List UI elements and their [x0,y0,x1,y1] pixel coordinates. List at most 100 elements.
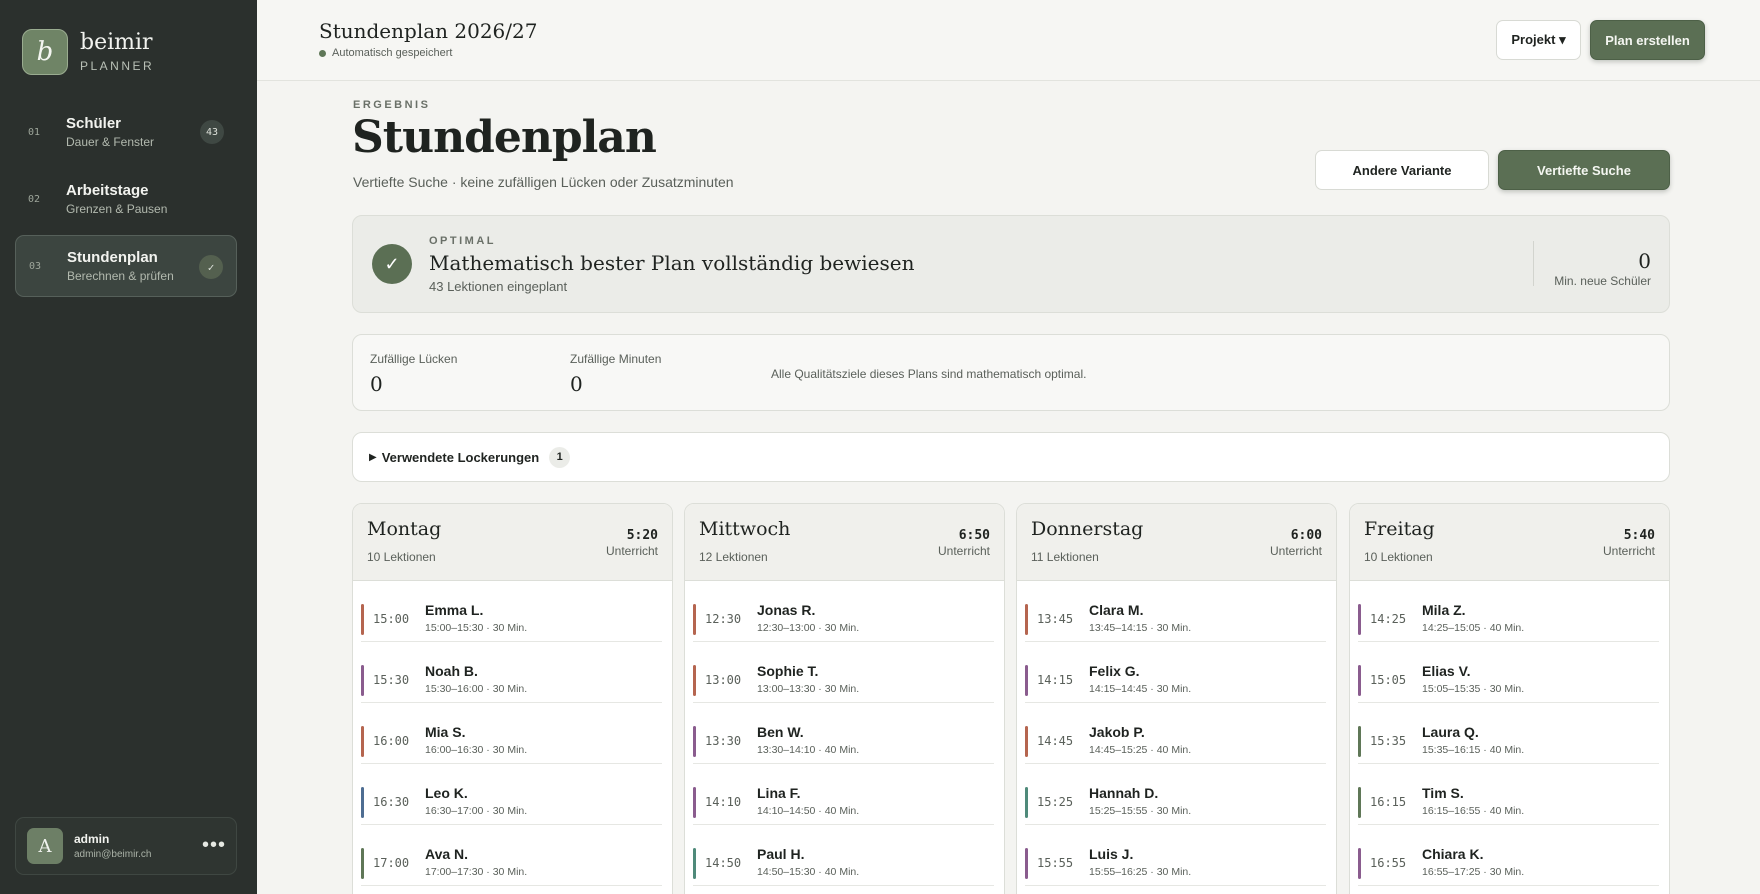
user-card[interactable]: A admin admin@beimir.ch ••• [15,817,237,875]
document-title: Stundenplan 2026/27 [319,19,538,43]
project-dropdown-button[interactable]: Projekt ▾ [1496,20,1581,60]
brand-sub: PLANNER [80,59,155,73]
lesson-row[interactable]: 13:45 Clara M. 13:45–14:15 · 30 Min. [1025,581,1326,642]
lesson-start-time: 14:25 [1370,612,1407,626]
lesson-color-bar [693,848,696,879]
lesson-row[interactable]: 15:25 Hannah D. 15:25–15:55 · 30 Min. [1025,764,1326,825]
relaxations-disclosure[interactable]: ▶ Verwendete Lockerungen 1 [352,432,1670,482]
app-logo: b [22,29,68,75]
lesson-row[interactable]: 16:00 Mia S. 16:00–16:30 · 30 Min. [361,703,662,764]
relaxations-label: Verwendete Lockerungen [381,449,540,465]
brand-name: beimir [80,30,153,55]
sidebar-item-schueler[interactable]: 01 Schüler Dauer & Fenster 43 [15,101,237,163]
disclosure-triangle-icon: ▶ [369,451,377,463]
deep-search-button[interactable]: Vertiefte Suche [1498,150,1670,190]
optimal-result-card: ✓ OPTIMAL Mathematisch bester Plan volls… [352,215,1670,313]
lesson-color-bar [693,726,696,757]
lesson-student-name: Clara M. [1089,602,1144,618]
count-badge: 43 [200,120,224,144]
lesson-detail: 15:35–16:15 · 40 Min. [1422,744,1525,756]
day-total-label: Unterricht [1269,544,1322,558]
lesson-row[interactable]: 14:25 Mila Z. 14:25–15:05 · 40 Min. [1358,581,1659,642]
lesson-row[interactable]: 17:00 Ava N. 17:00–17:30 · 30 Min. [361,825,662,886]
brand[interactable]: b beimir PLANNER [22,29,154,75]
quality-note: Alle Qualitätsziele dieses Plans sind ma… [771,367,1087,381]
day-name: Donnerstag [1031,518,1144,540]
day-header: Montag 10 Lektionen 5:20 Unterricht [353,504,672,581]
day-column-montag: Montag 10 Lektionen 5:20 Unterricht 15:0… [352,503,673,894]
other-variant-button[interactable]: Andere Variante [1315,150,1489,190]
sidebar-item-label: Arbeitstage [66,182,149,199]
lesson-color-bar [361,604,364,635]
day-name: Montag [367,518,442,540]
lesson-color-bar [1358,787,1361,818]
lesson-row[interactable]: 16:15 Tim S. 16:15–16:55 · 40 Min. [1358,764,1659,825]
check-icon: ✓ [372,244,412,284]
autosave-status: Automatisch gespeichert [319,47,452,59]
sidebar-item-stundenplan[interactable]: 03 Stundenplan Berechnen & prüfen ✓ [15,235,237,297]
lesson-student-name: Elias V. [1422,663,1471,679]
day-total-time: 5:40 [1623,528,1655,543]
lesson-student-name: Mia S. [425,724,466,740]
sidebar-item-sublabel: Grenzen & Pausen [66,202,168,216]
minutes-value: 0 [570,372,583,396]
lesson-start-time: 14:50 [705,856,742,870]
result-subtitle: 43 Lektionen eingeplant [429,279,568,294]
lesson-color-bar [693,787,696,818]
lesson-start-time: 13:30 [705,734,742,748]
lesson-start-time: 15:30 [373,673,410,687]
create-plan-button[interactable]: Plan erstellen [1590,20,1705,60]
lesson-student-name: Sophie T. [757,663,819,679]
quality-metrics-card: Zufällige Lücken 0 Zufällige Minuten 0 A… [352,334,1670,411]
day-lesson-count: 12 Lektionen [699,550,768,564]
lesson-row[interactable]: 13:00 Sophie T. 13:00–13:30 · 30 Min. [693,642,994,703]
day-total-label: Unterricht [937,544,990,558]
lesson-row[interactable]: 16:55 Chiara K. 16:55–17:25 · 30 Min. [1358,825,1659,886]
lesson-start-time: 13:00 [705,673,742,687]
lesson-color-bar [1358,665,1361,696]
lesson-row[interactable]: 15:55 Luis J. 15:55–16:25 · 30 Min. [1025,825,1326,886]
lesson-row[interactable]: 15:05 Elias V. 15:05–15:35 · 30 Min. [1358,642,1659,703]
sidebar-item-text: Arbeitstage Grenzen & Pausen [66,182,167,216]
day-total-label: Unterricht [605,544,658,558]
lesson-row[interactable]: 13:30 Ben W. 13:30–14:10 · 40 Min. [693,703,994,764]
day-lesson-count: 11 Lektionen [1031,550,1099,564]
lesson-start-time: 15:35 [1370,734,1407,748]
avatar: A [27,828,63,864]
lesson-start-time: 15:05 [1370,673,1407,687]
new-students-value: 0 [1638,249,1651,273]
lesson-student-name: Jonas R. [757,602,816,618]
lesson-detail: 15:55–16:25 · 30 Min. [1089,866,1192,878]
sidebar-item-text: Stundenplan Berechnen & prüfen [67,249,174,283]
section-eyebrow: ERGEBNIS [353,99,431,111]
lesson-student-name: Emma L. [425,602,484,618]
lesson-row[interactable]: 14:45 Jakob P. 14:45–15:25 · 40 Min. [1025,703,1326,764]
new-students-label: Min. neue Schüler [1554,274,1651,288]
sidebar-nav: 01 Schüler Dauer & Fenster 43 02 Arbeits… [15,101,237,302]
check-icon: ✓ [199,255,223,279]
lesson-start-time: 16:30 [373,795,410,809]
sidebar-item-arbeitstage[interactable]: 02 Arbeitstage Grenzen & Pausen [15,168,237,230]
lesson-start-time: 17:00 [373,856,410,870]
lesson-row[interactable]: 15:35 Laura Q. 15:35–16:15 · 40 Min. [1358,703,1659,764]
lesson-detail: 14:45–15:25 · 40 Min. [1089,744,1192,756]
lesson-detail: 15:00–15:30 · 30 Min. [425,622,528,634]
lesson-start-time: 13:45 [1037,612,1074,626]
user-email: admin@beimir.ch [74,849,152,860]
lesson-detail: 14:15–14:45 · 30 Min. [1089,683,1192,695]
lesson-row[interactable]: 14:15 Felix G. 14:15–14:45 · 30 Min. [1025,642,1326,703]
lesson-row[interactable]: 14:50 Paul H. 14:50–15:30 · 40 Min. [693,825,994,886]
more-icon[interactable]: ••• [202,834,226,857]
lesson-start-time: 14:45 [1037,734,1074,748]
day-header: Donnerstag 11 Lektionen 6:00 Unterricht [1017,504,1336,581]
lesson-row[interactable]: 15:00 Emma L. 15:00–15:30 · 30 Min. [361,581,662,642]
lesson-start-time: 15:25 [1037,795,1074,809]
lesson-detail: 12:30–13:00 · 30 Min. [757,622,860,634]
lesson-row[interactable]: 12:30 Jonas R. 12:30–13:00 · 30 Min. [693,581,994,642]
lesson-row[interactable]: 16:30 Leo K. 16:30–17:00 · 30 Min. [361,764,662,825]
lesson-row[interactable]: 15:30 Noah B. 15:30–16:00 · 30 Min. [361,642,662,703]
day-column-donnerstag: Donnerstag 11 Lektionen 6:00 Unterricht … [1016,503,1337,894]
lesson-row[interactable]: 14:10 Lina F. 14:10–14:50 · 40 Min. [693,764,994,825]
lesson-color-bar [361,726,364,757]
lesson-detail: 16:15–16:55 · 40 Min. [1422,805,1525,817]
